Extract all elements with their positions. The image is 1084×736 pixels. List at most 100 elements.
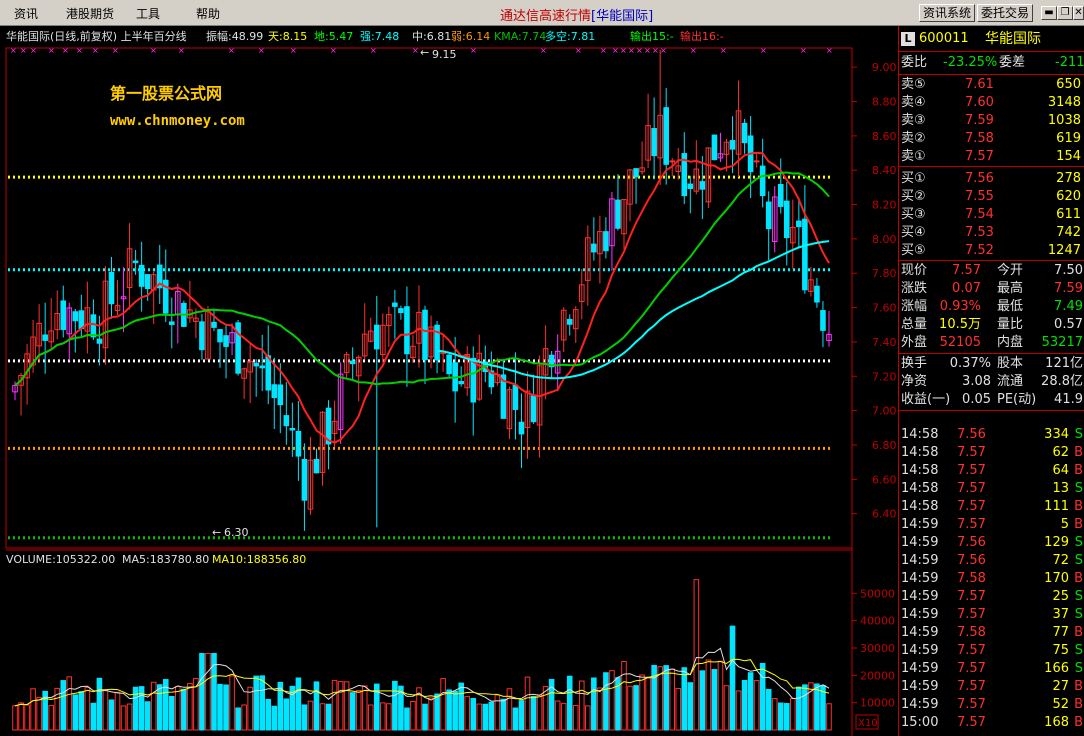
finance-value: 0.37%	[949, 356, 991, 371]
candle-body	[663, 107, 669, 165]
candle-body	[373, 324, 380, 350]
tick-row[interactable]: 14:58 7.57 62 B	[899, 444, 1084, 462]
volume-bar	[295, 677, 302, 731]
bid-row[interactable]: 买④ 7.53 742	[899, 224, 1084, 242]
tick-row[interactable]: 14:59 7.56 129 S	[899, 534, 1084, 552]
ask-row[interactable]: 卖② 7.58 619	[899, 130, 1084, 148]
tick-row[interactable]: 14:58 7.56 334 S	[899, 426, 1084, 444]
volume-bar	[633, 685, 639, 731]
x-marker: ×	[370, 46, 377, 55]
price-tick-label: 8.20	[872, 199, 897, 212]
tick-volume: 5	[1060, 517, 1069, 532]
tick-row[interactable]: 14:58 7.57 64 B	[899, 462, 1084, 480]
stat-value: 7.50	[1054, 263, 1083, 278]
volume-bar	[156, 684, 163, 731]
tick-row[interactable]: 14:58 7.57 13 S	[899, 480, 1084, 498]
tick-row[interactable]: 14:59 7.58 77 B	[899, 624, 1084, 642]
finance-value: 41.9	[1054, 392, 1083, 407]
info-system-button[interactable]: 资讯系统	[919, 4, 976, 22]
tick-row[interactable]: 14:59 7.58 170 B	[899, 570, 1084, 588]
menu-item-help[interactable]: 帮助	[196, 5, 220, 22]
volume-bar	[144, 701, 151, 731]
menu-item-news[interactable]: 资讯	[14, 5, 38, 22]
volume-bar	[675, 688, 682, 731]
stat-label: 内盘	[997, 335, 1024, 350]
volume-bar	[30, 688, 36, 731]
tick-row[interactable]: 14:59 7.57 37 S	[899, 606, 1084, 624]
candle-body	[741, 122, 748, 144]
volume-bar	[66, 676, 73, 731]
ask-row[interactable]: 卖④ 7.60 3148	[899, 94, 1084, 112]
close-icon[interactable]: ✕	[1073, 6, 1084, 20]
volume-bar	[247, 686, 253, 731]
volume-bar	[687, 682, 694, 731]
volume-bar	[361, 685, 368, 731]
x-marker: ×	[612, 46, 619, 55]
menu-item-tools[interactable]: 工具	[136, 5, 160, 22]
volume-bar	[36, 696, 42, 731]
tick-price: 7.57	[957, 679, 986, 694]
ma-cyan-line	[436, 240, 830, 380]
ask-row[interactable]: 卖① 7.57 154	[899, 148, 1084, 166]
volume-bar	[78, 691, 85, 731]
volume-tick-label: 10000	[860, 697, 895, 710]
bid-row[interactable]: 买⑤ 7.52 1247	[899, 242, 1084, 260]
volume-bar	[759, 662, 766, 731]
book-level-label: 卖⑤	[901, 77, 926, 92]
volume-bar	[536, 694, 543, 731]
tick-row[interactable]: 14:58 7.57 111 B	[899, 498, 1084, 516]
book-volume: 619	[1056, 131, 1081, 146]
tick-side: S	[1074, 481, 1083, 496]
x-marker: ×	[112, 46, 119, 55]
volume-bar	[253, 675, 259, 731]
menu-bar: 资讯 港股期货 工具 帮助 通达信高速行情[华能国际] 资讯系统 委托交易 ▬ …	[0, 0, 1084, 26]
candle-body	[615, 199, 621, 229]
menu-item-hk-futures[interactable]: 港股期货	[66, 5, 114, 22]
low-arrow-icon: ←	[212, 526, 221, 539]
entrust-trade-button[interactable]: 委托交易	[977, 4, 1034, 22]
bid-row[interactable]: 买② 7.55 620	[899, 188, 1084, 206]
separator	[899, 260, 1084, 261]
volume-bar	[114, 691, 121, 731]
price-panel[interactable]: 9.00 8.80 8.60 8.40 8.20 8.00 7.80 7.60 7.40 7.20…	[5, 46, 897, 736]
volume-bar	[307, 700, 314, 731]
candle-body	[796, 220, 802, 228]
kline-chart[interactable]: 华能国际(日线,前复权) 上半年百分线 振幅:48.99 天:8.15 地:5.47…	[0, 26, 898, 736]
bid-row[interactable]: 买③ 7.54 611	[899, 206, 1084, 224]
tick-row[interactable]: 14:59 7.57 27 B	[899, 678, 1084, 696]
book-price: 7.54	[965, 207, 994, 222]
tick-row[interactable]: 15:00 7.57 168 B	[899, 714, 1084, 732]
weibi-label: 委比	[901, 55, 928, 70]
tick-row[interactable]: 14:59 7.57 25 S	[899, 588, 1084, 606]
stock-name: 华能国际	[985, 31, 1041, 47]
app-title-main: 通达信高速行情	[500, 9, 592, 24]
candle-body	[759, 165, 766, 197]
ask-row[interactable]: 卖⑤ 7.61 650	[899, 76, 1084, 94]
tick-row[interactable]: 14:59 7.57 52 B	[899, 696, 1084, 714]
book-level-label: 买②	[901, 189, 926, 204]
tick-row[interactable]: 14:59 7.56 72 S	[899, 552, 1084, 570]
candle-body	[591, 243, 597, 253]
candle-body	[199, 321, 205, 351]
tick-row[interactable]: 14:59 7.57 75 S	[899, 642, 1084, 660]
tick-row[interactable]: 14:59 7.57 166 S	[899, 660, 1084, 678]
price-tick-label: 8.60	[872, 130, 897, 143]
book-price: 7.56	[965, 171, 994, 186]
candle-body	[669, 160, 676, 163]
volume-panel[interactable]: VOLUME:105322.00 MA5:183780.80 MA10:188356…	[6, 549, 895, 731]
price-tick-label: 7.00	[872, 405, 897, 418]
x-marker: ×	[540, 46, 547, 55]
tick-volume: 62	[1052, 445, 1069, 460]
candle-body	[223, 335, 229, 347]
bid-row[interactable]: 买① 7.56 278	[899, 170, 1084, 188]
candle-body	[651, 128, 657, 157]
minimize-icon[interactable]: ▬	[1041, 6, 1057, 20]
volume-bar	[542, 686, 549, 731]
restore-icon[interactable]: ❐	[1057, 6, 1073, 20]
stat-value: 0.93%	[939, 299, 981, 314]
volume-bar	[771, 698, 778, 731]
ask-row[interactable]: 卖③ 7.59 1038	[899, 112, 1084, 130]
volume-bar	[96, 677, 103, 731]
tick-row[interactable]: 14:59 7.57 5 B	[899, 516, 1084, 534]
volume-bar	[428, 697, 434, 731]
